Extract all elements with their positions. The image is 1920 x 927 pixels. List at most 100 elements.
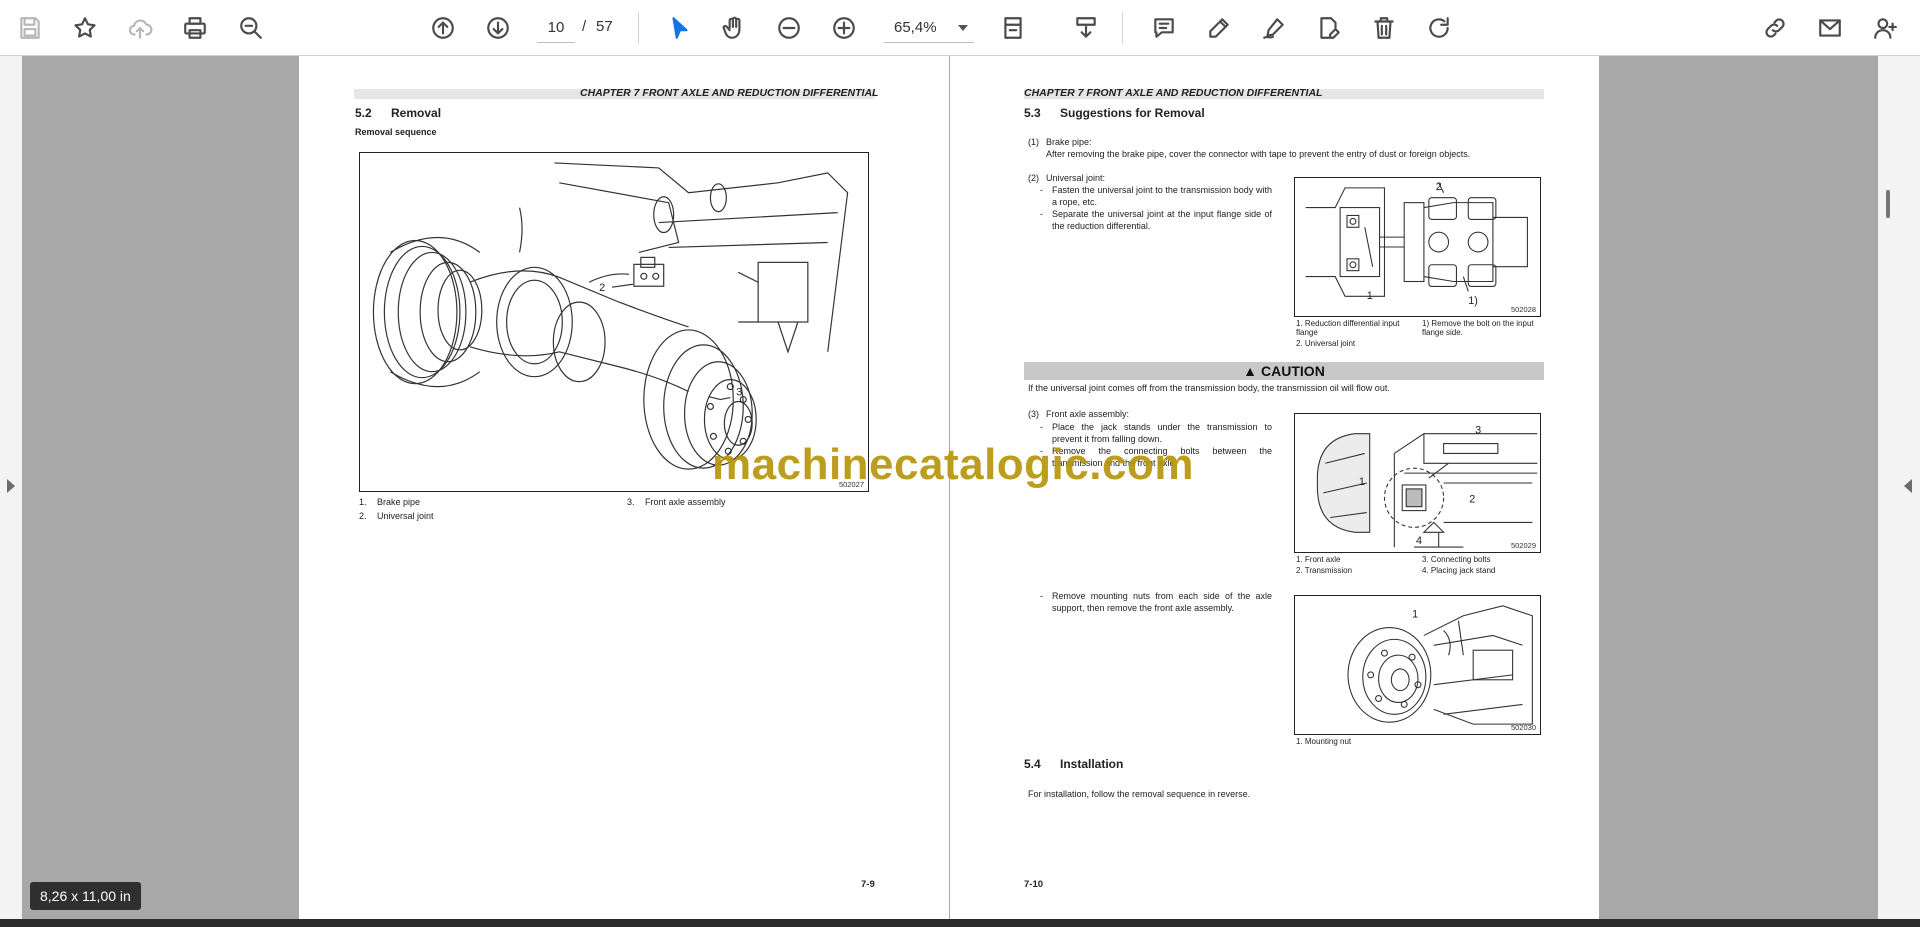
figure-id: 502029 [1510,541,1536,550]
page-number: 7-10 [1024,879,1044,890]
bullet-dash: - [1040,209,1043,219]
page-fit-icon[interactable] [995,10,1031,46]
section-number: 5.2 [355,106,372,120]
save-icon[interactable] [12,10,48,46]
item-1-label: (1) [1028,137,1039,147]
fig3-legend-3: 3. Connecting bolts [1422,555,1491,564]
zoom-value: 65,4% [894,19,937,36]
page-number: 7-9 [861,879,875,890]
print-icon[interactable] [177,10,213,46]
mounting-nut-drawing: 1 [1347,605,1533,725]
section-title: Suggestions for Removal [1060,106,1205,120]
divider [1122,12,1123,44]
item-2-label: (2) [1028,173,1039,183]
watermark: machinecatalogic.com [712,440,1194,489]
section-title: Installation [1060,757,1124,771]
section-number: 5.3 [1024,106,1041,120]
add-user-icon[interactable] [1867,10,1903,46]
cloud-upload-icon[interactable] [122,10,158,46]
page-size-tooltip: 8,26 x 11,00 in [30,882,141,910]
fig3-legend-4: 4. Placing jack stand [1422,566,1496,575]
bullet-dash: - [1040,185,1043,195]
chapter-header: CHAPTER 7 FRONT AXLE AND REDUCTION DIFFE… [1024,87,1323,99]
installation-text: For installation, follow the removal seq… [1028,789,1251,799]
highlight-pen-icon[interactable] [1201,10,1237,46]
item-4-bullet: Remove mounting nuts from each side of t… [1052,591,1272,613]
fig3-callout-1: 1 [1359,476,1365,488]
page-separator: / [582,18,587,35]
comment-icon[interactable] [1146,10,1182,46]
mounting-nut-figure: 1 502030 [1294,595,1541,735]
rotate-icon[interactable] [1421,10,1457,46]
bullet-dash: - [1040,591,1043,601]
select-pointer-icon[interactable] [662,10,698,46]
chapter-header: CHAPTER 7 FRONT AXLE AND REDUCTION DIFFE… [580,87,879,99]
share-link-icon[interactable] [1757,10,1793,46]
fig3-callout-2: 2 [1469,494,1475,506]
front-axle-transmission-drawing: 1 2 3 4 [1316,425,1538,548]
page-down-icon[interactable] [480,10,516,46]
fig2-callout-1: 1 [1367,290,1373,302]
scrollbar-thumb[interactable] [1886,190,1890,218]
legend-num-1: 1. [359,497,367,507]
fig4-legend-1: 1. Mounting nut [1296,737,1352,746]
sign-icon[interactable] [1256,10,1292,46]
delete-icon[interactable] [1366,10,1402,46]
callout-3: 3 [736,387,742,399]
zoom-search-icon[interactable] [233,10,269,46]
chevron-down-icon [958,25,968,31]
item-3-label: (3) [1028,409,1039,419]
right-panel-strip [1878,56,1920,919]
scroll-mode-icon[interactable] [1068,10,1104,46]
toolbar: / 57 65,4% [0,0,1920,56]
legend-num-2: 2. [359,511,367,521]
bullet-dash: - [1040,422,1043,432]
caution-title: CAUTION [1261,363,1325,379]
edit-pdf-icon[interactable] [1311,10,1347,46]
bookmark-star-icon[interactable] [67,10,103,46]
subheading: Removal sequence [355,127,437,137]
legend-text-3: Front axle assembly [645,497,726,507]
bottom-strip [0,919,1920,927]
fig2-legend-2: 2. Universal joint [1296,339,1356,348]
divider [638,12,639,44]
fig2-callout-2: 2 [1436,181,1442,193]
hand-tool-icon[interactable] [716,10,752,46]
callout-2: 2 [599,282,605,294]
legend-text-2: Universal joint [377,511,434,521]
item-1-title: Brake pipe: [1046,137,1092,147]
item-2-bullet-1: Fasten the universal joint to the transm… [1052,185,1272,207]
legend-text-1: Brake pipe [377,497,421,507]
fig4-callout-1: 1 [1412,609,1418,621]
expand-left-panel-icon[interactable] [7,479,15,493]
figure-id: 502030 [1510,723,1536,732]
page-up-icon[interactable] [425,10,461,46]
fig2-callout-1-paren: 1) [1468,295,1478,307]
fig3-callout-4: 4 [1416,535,1422,547]
legend-num-3: 3. [627,497,635,507]
caution-banner: ▲ CAUTION [1024,362,1544,380]
fig3-legend-1: 1. Front axle [1296,555,1341,564]
figure-id: 502028 [1510,305,1536,314]
fig3-callout-3: 3 [1475,425,1481,437]
item-2-title: Universal joint: [1046,173,1106,183]
item-3-title: Front axle assembly: [1046,409,1130,419]
email-icon[interactable] [1812,10,1848,46]
front-axle-transmission-figure: 1 2 3 4 502029 [1294,413,1541,553]
warning-triangle-icon: ▲ [1243,363,1258,379]
page-total: 57 [596,18,613,35]
zoom-out-icon[interactable] [771,10,807,46]
expand-right-panel-icon[interactable] [1904,479,1912,493]
fig2-legend-1: 1. Reduction differential input flange [1296,319,1400,337]
item-1-text: After removing the brake pipe, cover the… [1046,149,1471,159]
universal-joint-figure: 2 1 1) 502028 [1294,177,1541,317]
document-viewer[interactable]: CHAPTER 7 FRONT AXLE AND REDUCTION DIFFE… [0,56,1920,919]
zoom-select[interactable]: 65,4% [884,13,974,43]
universal-joint-drawing: 2 1 1) [1305,181,1528,307]
caution-text: If the universal joint comes off from th… [1028,383,1390,393]
item-2-bullet-2: Separate the universal joint at the inpu… [1052,209,1272,231]
section-title: Removal [391,106,442,120]
zoom-in-icon[interactable] [826,10,862,46]
section-number: 5.4 [1024,757,1041,771]
page-number-input[interactable] [537,13,575,43]
